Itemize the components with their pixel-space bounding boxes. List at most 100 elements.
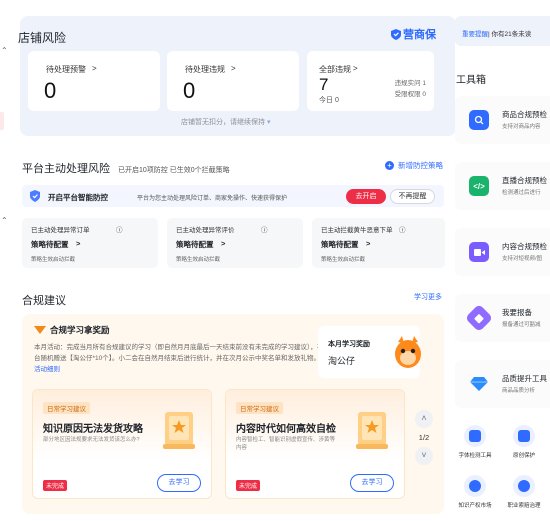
notice-bar[interactable]: 重要提醒| 你有21条未读 <box>455 16 550 46</box>
study-card[interactable]: 日常学习建议 内容时代如何高效自检 内容智检工、智能识别虚假宣传、涉黄等内容 未… <box>225 389 405 499</box>
study-card[interactable]: 日常学习建议 知识原因无法发货攻略 部分地区因法规要求无法发货该怎么办? 未完成… <box>32 389 212 499</box>
study-tag: 日常学习建议 <box>43 402 90 414</box>
pending-violation-box[interactable]: 待处理违规 > 0 <box>167 51 299 111</box>
tool-title: 商品合规预检 <box>502 110 547 119</box>
violation-detail-1: 违规实问 1 <box>394 80 426 87</box>
diamond-icon <box>34 326 46 334</box>
policy-card-caption: 已主动处理异常评价 <box>176 227 235 234</box>
go-study-button[interactable]: 去学习 <box>350 474 394 492</box>
tool-report[interactable]: 我要报备 报备通过可豁减 <box>455 294 550 342</box>
policy-card-status: 策略待配置 <box>176 240 214 249</box>
dismiss-button[interactable]: 不再提醒 <box>390 189 435 204</box>
study-tag: 日常学习建议 <box>236 402 283 414</box>
tool-desc: 商品品质分析 <box>502 388 536 394</box>
all-violation-value: 7 <box>319 75 329 94</box>
risk-footer[interactable]: 店铺暂无扣分，请继续保持 ▾ <box>181 117 270 127</box>
policy-card-scalpers[interactable]: 已主动拦截黄牛恶意下单 ⓘ 策略待配置 > 策略生效启动拦截 <box>312 218 445 268</box>
brand-label: 营商保 <box>403 29 436 41</box>
tool-product-check[interactable]: 商品合规预检 支持对商品内容 <box>455 96 550 144</box>
help-icon: ⓘ <box>116 227 123 234</box>
policy-card-status: 策略待配置 <box>321 240 359 249</box>
yingshangbao-brand[interactable]: 营商保 <box>391 26 436 42</box>
award-value: 淘公仔 <box>328 356 356 366</box>
mascot-icon <box>395 336 421 368</box>
chevron-right-icon: > <box>353 64 358 73</box>
award-title: 本月学习奖励 <box>328 341 370 348</box>
nav-active-marker <box>0 112 4 130</box>
new-policy-link[interactable]: + 新增防控策略 <box>385 160 443 171</box>
mini-tool-label: 知识产权市场 <box>458 503 492 509</box>
policy-card-caption: 已主动拦截黄牛恶意下单 <box>321 227 393 234</box>
smart-protection-desc: 平台为您主动处理风险订单、商家免操作、快速获得保护 <box>137 196 288 202</box>
search-shield-icon <box>469 110 489 130</box>
promo-title: 合规学习拿奖励 <box>50 325 110 335</box>
video-icon <box>469 242 489 262</box>
code-icon: </> <box>469 176 489 196</box>
mini-tool-label: 原创保护 <box>512 453 535 459</box>
policy-card-orders[interactable]: 已主动处理异常订单 ⓘ 策略待配置 > 策略生效启动拦截 <box>22 218 158 268</box>
mini-tool-label: 字体检测工具 <box>458 453 492 459</box>
mini-tool-claims[interactable]: 职业索赔治理 <box>502 475 546 509</box>
all-violation-box[interactable]: 全部违规 > 7 今日 0 违规实问 1 受限权限 0 <box>307 51 434 111</box>
tool-title: 我要报备 <box>502 308 532 317</box>
pending-violation-label: 待处理违规 <box>185 65 225 74</box>
rules-link[interactable]: 活动细则 <box>34 366 60 373</box>
study-desc: 内容智检工、智能识别虚假宣传、涉黄等内容 <box>236 437 336 451</box>
platform-risk-subtitle: 已开启10项防控 已生效0个拦截策略 <box>118 167 230 174</box>
tool-desc: 报备通过可豁减 <box>502 322 541 328</box>
page-indicator: 1/2 <box>418 433 430 442</box>
all-violation-label: 全部违规 <box>319 65 351 74</box>
page: ⌃ ⌃ 店铺风险 营商保 待处理预警 > 0 待处理违规 > 0 全部违规 > … <box>0 0 550 521</box>
platform-risk-header: 平台主动处理风险 已开启10项防控 已生效0个拦截策略 <box>22 160 230 176</box>
notice-rest: | 你有21条未读 <box>488 31 532 38</box>
plus-icon: + <box>385 161 394 170</box>
monthly-award: 本月学习奖励 淘公仔 <box>318 326 421 378</box>
tool-live-check[interactable]: </> 直播合规预检 检测通过后进行 <box>455 162 550 210</box>
notice-highlight: 重要提醒 <box>462 31 488 38</box>
notice-text: 重要提醒| 你有21条未读 <box>462 28 531 38</box>
help-icon: ⓘ <box>261 227 268 234</box>
book-icon <box>163 412 195 449</box>
chevron-up-icon[interactable]: ⌃ <box>1 216 8 225</box>
left-gutter: ⌃ ⌃ <box>0 0 10 521</box>
chevron-right-icon: > <box>221 239 226 248</box>
chevron-right-icon: > <box>76 239 81 248</box>
mini-tool-font-check[interactable]: 字体检测工具 <box>453 425 497 459</box>
policy-card-note: 策略生效启动拦截 <box>176 257 221 263</box>
learn-more-link[interactable]: 学习更多 <box>414 292 442 302</box>
platform-risk-title: 平台主动处理风险 <box>22 163 110 175</box>
policy-card-status: 策略待配置 <box>31 240 69 249</box>
pending-warning-label: 待处理预警 <box>46 65 86 74</box>
tool-title: 内容合规预检 <box>502 242 547 251</box>
study-title: 知识原因无法发货攻略 <box>43 424 143 435</box>
help-icon: ⓘ <box>399 227 406 234</box>
shield-icon <box>30 190 40 202</box>
study-pager: ˄ 1/2 ˅ <box>412 410 436 465</box>
mini-tool-original[interactable]: 原创保护 <box>502 425 546 459</box>
compliance-promo: 合规学习拿奖励 本月活动：完成当月所有合规建议的学习（即自然月月底最后一天结束前… <box>22 314 444 514</box>
policy-card-reviews[interactable]: 已主动处理异常评价 ⓘ 策略待配置 > 策略生效启动拦截 <box>167 218 303 268</box>
status-badge: 未完成 <box>43 480 68 491</box>
diamond-icon <box>469 374 489 394</box>
mini-tool-ip-market[interactable]: 知识产权市场 <box>453 475 497 509</box>
chevron-up-icon[interactable]: ⌃ <box>1 46 8 55</box>
tool-content-check[interactable]: 内容合规预检 支持对短视频/图 <box>455 228 550 276</box>
tool-desc: 检测通过后进行 <box>502 190 541 196</box>
go-study-button[interactable]: 去学习 <box>157 474 201 492</box>
shield-icon <box>391 28 401 40</box>
pending-warning-value: 0 <box>44 78 57 103</box>
chevron-up-icon[interactable]: ˄ <box>415 410 433 428</box>
promo-desc-text: 本月活动：完成当月所有合规建议的学习（即自然月月底最后一天结束前没有未完成的学习… <box>34 344 324 362</box>
chevron-down-icon[interactable]: ˅ <box>415 447 433 465</box>
claims-icon <box>513 475 535 497</box>
tool-quality[interactable]: 品质提升工具 商品品质分析 <box>455 360 550 408</box>
tool-title: 品质提升工具 <box>502 374 547 383</box>
pending-warning-box[interactable]: 待处理预警 > 0 <box>28 51 160 111</box>
enable-button[interactable]: 去开启 <box>346 189 386 204</box>
policy-card-note: 策略生效启动拦截 <box>321 257 366 263</box>
promo-header: 合规学习拿奖励 <box>34 324 110 336</box>
font-check-icon <box>464 425 486 447</box>
chevron-down-icon: ▾ <box>266 119 271 126</box>
risk-footer-text: 店铺暂无扣分，请继续保持 <box>181 119 265 126</box>
mini-tool-label: 职业索赔治理 <box>507 503 541 509</box>
